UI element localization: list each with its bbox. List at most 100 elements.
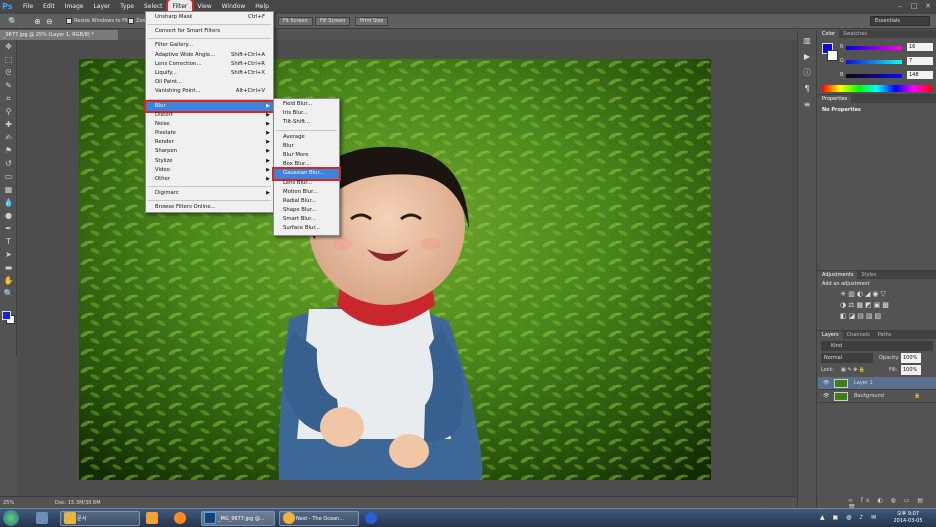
blur-menu-item-blur[interactable]: Blur [274, 142, 339, 151]
history-icon[interactable]: ▥ [801, 36, 813, 46]
foreground-color-swatch[interactable] [2, 311, 11, 320]
tab-color[interactable]: Color [818, 30, 840, 38]
actions-icon[interactable]: ▶ [801, 52, 813, 62]
layer-kind-filter[interactable]: Kind [821, 341, 933, 351]
tab-paths[interactable]: Paths [874, 331, 896, 339]
filter-menu-item-adaptive-wide-angle[interactable]: Adaptive Wide Angle... Shift+Ctrl+A [146, 51, 273, 60]
move-tool-icon[interactable]: ✥ [2, 41, 15, 53]
layer-name[interactable]: Layer 1 [854, 377, 873, 390]
layer-row-layer1[interactable]: 👁 Layer 1 [818, 377, 936, 390]
info-icon[interactable]: ⓘ [801, 68, 813, 78]
tray-icons[interactable]: ▲ ▣ ◍ ♪ ✉ [820, 514, 879, 521]
tab-channels[interactable]: Channels [843, 331, 874, 339]
zoom-tool-icon[interactable]: 🔍 [8, 17, 18, 26]
blur-menu-item-lens-blur[interactable]: Lens Blur... [274, 179, 339, 188]
blue-value[interactable]: 148 [907, 71, 933, 79]
lock-icons[interactable]: ▣ ✎ ✥ 🔒 [841, 365, 865, 375]
minimize-icon[interactable]: – [895, 2, 905, 10]
filter-menu-item-convert-for-smart-filters[interactable]: Convert for Smart Filters [146, 27, 273, 36]
eyedropper-tool-icon[interactable]: ⚲ [2, 106, 15, 118]
blue-slider[interactable]: B 148 [818, 71, 936, 80]
paragraph-icon[interactable]: ¶ [801, 84, 813, 94]
workspace-select[interactable]: Essentials [870, 16, 930, 26]
adjustment-icons[interactable]: ☀▥◐◢◉▽ ◑⚖▦◩▣▩ ◧◪▤▧▨ [818, 289, 936, 322]
filter-menu-item-oil-paint[interactable]: Oil Paint... [146, 78, 273, 87]
pen-tool-icon[interactable]: ✒ [2, 223, 15, 235]
fill-value[interactable]: 100% [901, 365, 921, 375]
filter-menu-item-render[interactable]: Render ▶ [146, 138, 273, 147]
blur-menu-item-smart-blur[interactable]: Smart Blur... [274, 215, 339, 224]
type-tool-icon[interactable]: T [2, 236, 15, 248]
app-icon[interactable] [365, 512, 377, 524]
filter-menu-item-filter-gallery[interactable]: Filter Gallery... [146, 41, 273, 50]
blur-menu-item-gaussian-blur[interactable]: Gaussian Blur... [272, 167, 341, 181]
history-brush-tool-icon[interactable]: ↺ [2, 158, 15, 170]
healing-tool-icon[interactable]: ✚ [2, 119, 15, 131]
blend-mode-select[interactable]: Normal [821, 353, 873, 363]
zoom-in-icon[interactable]: ⊕ [34, 17, 41, 26]
hand-tool-icon[interactable]: ✋ [2, 275, 15, 287]
clone-stamp-tool-icon[interactable]: ⚑ [2, 145, 15, 157]
quick-select-tool-icon[interactable]: ✎ [2, 80, 15, 92]
green-value[interactable]: 7 [907, 57, 933, 65]
firefox-icon[interactable] [174, 512, 186, 524]
red-value[interactable]: 16 [907, 43, 933, 51]
layer-name[interactable]: Background [854, 390, 884, 403]
close-icon[interactable]: ✕ [923, 2, 933, 10]
tab-styles[interactable]: Styles [857, 271, 880, 279]
blur-tool-icon[interactable]: 💧 [2, 197, 15, 209]
zoom-tool-icon[interactable]: 🔍 [2, 288, 15, 300]
brush-tool-icon[interactable]: ✍ [2, 132, 15, 144]
blur-menu-item-field-blur[interactable]: Field Blur... [274, 100, 339, 109]
menu-image[interactable]: Image [60, 0, 89, 14]
tab-adjustments[interactable]: Adjustments [818, 271, 858, 279]
menu-file[interactable]: File [18, 0, 38, 14]
dodge-tool-icon[interactable]: ● [2, 210, 15, 222]
filter-menu-item-blur[interactable]: Blur ▶ [144, 99, 275, 113]
gradient-tool-icon[interactable]: ▦ [2, 184, 15, 196]
eraser-tool-icon[interactable]: ▭ [2, 171, 15, 183]
blur-menu-item-shape-blur[interactable]: Shape Blur... [274, 206, 339, 215]
red-slider[interactable]: R 16 [818, 43, 936, 52]
tab-swatches[interactable]: Swatches [839, 30, 871, 38]
marquee-tool-icon[interactable]: ⬚ [2, 54, 15, 66]
blur-menu-item-box-blur[interactable]: Box Blur... [274, 160, 339, 169]
fill-screen-button[interactable]: Fill Screen [315, 17, 351, 26]
tab-layers[interactable]: Layers [818, 331, 843, 339]
filter-menu-item-digimarc[interactable]: Digimarc ▶ [146, 189, 273, 198]
filter-menu-item-pixelate[interactable]: Pixelate ▶ [146, 129, 273, 138]
print-size-button[interactable]: Print Size [355, 17, 389, 26]
color-spectrum[interactable] [822, 85, 932, 92]
filter-menu-item-sharpen[interactable]: Sharpen ▶ [146, 147, 273, 156]
fit-screen-button[interactable]: Fit Screen [278, 17, 313, 26]
zoom-all-checkbox[interactable] [128, 18, 134, 24]
filter-menu-item-stylize[interactable]: Stylize ▶ [146, 157, 273, 166]
crop-tool-icon[interactable]: ⌗ [2, 93, 15, 105]
path-select-tool-icon[interactable]: ➤ [2, 249, 15, 261]
adjust-icon[interactable]: ≡ [801, 100, 813, 110]
start-button[interactable] [3, 510, 19, 526]
blur-menu-item-motion-blur[interactable]: Motion Blur... [274, 188, 339, 197]
tab-properties[interactable]: Properties [818, 95, 852, 103]
blur-menu-item-radial-blur[interactable]: Radial Blur... [274, 197, 339, 206]
filter-menu-item-browse-filters-online[interactable]: Browse Filters Online... [146, 203, 273, 212]
visibility-eye-icon[interactable]: 👁 [823, 390, 829, 403]
blur-menu-item-tilt-shift[interactable]: Tilt-Shift... [274, 118, 339, 127]
menu-layer[interactable]: Layer [88, 0, 115, 14]
resize-windows-checkbox[interactable] [66, 18, 72, 24]
blur-menu-item-blur-more[interactable]: Blur More [274, 151, 339, 160]
filter-menu-item-vanishing-point[interactable]: Vanishing Point... Alt+Ctrl+V [146, 87, 273, 96]
filter-menu-item-other[interactable]: Other ▶ [146, 175, 273, 184]
layer-row-background[interactable]: 👁 Background 🔒 [818, 390, 936, 403]
blur-menu-item-iris-blur[interactable]: Iris Blur... [274, 109, 339, 118]
opacity-value[interactable]: 100% [901, 353, 921, 363]
filter-menu-item-noise[interactable]: Noise ▶ [146, 120, 273, 129]
visibility-eye-icon[interactable]: 👁 [823, 377, 829, 390]
filter-menu-item-video[interactable]: Video ▶ [146, 166, 273, 175]
blur-menu-item-average[interactable]: Average [274, 133, 339, 142]
system-clock[interactable]: 오후 9:07 2014-03-05 [888, 511, 928, 525]
document-tab[interactable]: _9677.jpg @ 25% (Layer 1, RGB/8) * [0, 30, 118, 40]
maximize-icon[interactable]: □ [909, 2, 919, 10]
menu-edit[interactable]: Edit [38, 0, 60, 14]
green-slider[interactable]: G 7 [818, 57, 936, 66]
